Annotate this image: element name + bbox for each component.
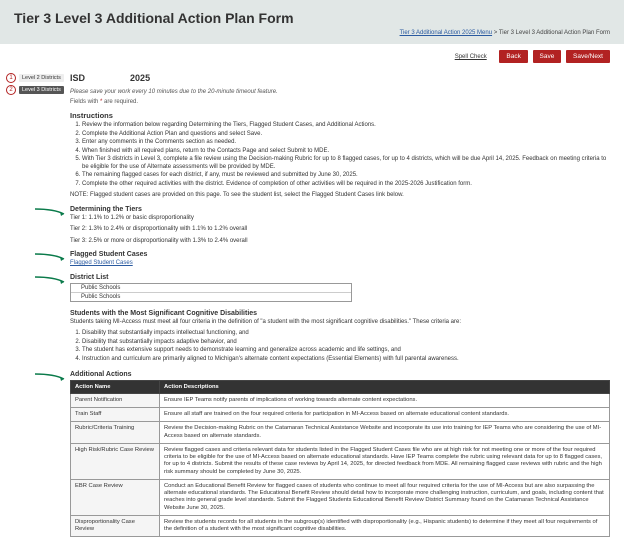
mscd-criteria-list: Disability that substantially impacts in… — [82, 330, 610, 363]
table-row: Parent NotificationEnsure IEP Teams noti… — [71, 394, 610, 408]
required-note: Fields with * are required. — [70, 99, 610, 105]
district-list: Public Schools Public Schools — [70, 283, 352, 302]
year-label: 2025 — [130, 73, 150, 83]
breadcrumb: Tier 3 Additional Action 2025 Menu > Tie… — [14, 30, 610, 36]
page-banner: Tier 3 Level 3 Additional Action Plan Fo… — [0, 0, 624, 44]
district-row[interactable]: Public Schools — [71, 284, 351, 292]
mscd-criteria-item: The student has extensive support needs … — [82, 347, 610, 355]
mscd-heading: Students with the Most Significant Cogni… — [70, 310, 610, 317]
instruction-item: Complete the Additional Action Plan and … — [82, 131, 610, 139]
table-row: Train StaffEnsure all staff are trained … — [71, 408, 610, 422]
callout-arrow-icon — [34, 208, 66, 216]
instructions-heading: Instructions — [70, 111, 610, 120]
table-row: Rubric/Criteria TrainingReview the Decis… — [71, 422, 610, 443]
tier-row: Tier 2: 1.3% to 2.4% or disproportionali… — [70, 226, 610, 234]
tier-row: Tier 3: 2.5% or more or disproportionali… — [70, 238, 610, 246]
instruction-item: When finished with all required plans, r… — [82, 148, 610, 156]
mscd-criteria-item: Instruction and curriculum are primarily… — [82, 356, 610, 364]
instructions-list: Review the information below regarding D… — [82, 122, 610, 188]
breadcrumb-sep: > — [494, 30, 498, 36]
instruction-item: With Tier 3 districts in Level 3, comple… — [82, 156, 610, 171]
instruction-item: Review the information below regarding D… — [82, 122, 610, 130]
step-1-number: 1 — [6, 73, 16, 83]
callout-arrow-icon — [34, 373, 66, 381]
mscd-criteria-item: Disability that substantially impacts in… — [82, 330, 610, 338]
save-button[interactable]: Save — [533, 50, 562, 63]
step-2-number: 2 — [6, 85, 16, 95]
actions-table: Action Name Action Descriptions Parent N… — [70, 380, 610, 537]
tier-row: Tier 1: 1.1% to 1.2% or basic disproport… — [70, 215, 610, 223]
context-header: ISD 2025 — [70, 73, 610, 83]
table-row: Disproportionality Case ReviewReview the… — [71, 515, 610, 536]
step-2-label: Level 3 Districts — [19, 86, 64, 94]
step-1-label: Level 2 Districts — [19, 74, 64, 82]
callout-arrow-icon — [34, 276, 66, 284]
actions-col-name: Action Name — [71, 381, 160, 394]
mscd-criteria-item: Disability that substantially impacts ad… — [82, 339, 610, 347]
page-title: Tier 3 Level 3 Additional Action Plan Fo… — [14, 10, 610, 26]
step-1[interactable]: 1 Level 2 Districts — [6, 73, 64, 83]
autosave-note: Please save your work every 10 minutes d… — [70, 89, 610, 95]
district-heading: District List — [70, 274, 610, 281]
breadcrumb-current: Tier 3 Level 3 Additional Action Plan Fo… — [499, 30, 610, 36]
spellcheck-link[interactable]: Spell Check — [455, 54, 487, 60]
instructions-note: NOTE: Flagged student cases are provided… — [70, 192, 610, 200]
instruction-item: Enter any comments in the Comments secti… — [82, 139, 610, 147]
district-row[interactable]: Public Schools — [71, 292, 351, 301]
table-row: EBR Case ReviewConduct an Educational Be… — [71, 479, 610, 515]
back-button[interactable]: Back — [499, 50, 527, 63]
tiers-heading: Determining the Tiers — [70, 206, 610, 213]
table-row: High Risk/Rubric Case ReviewReview flagg… — [71, 443, 610, 479]
step-2[interactable]: 2 Level 3 Districts — [6, 85, 64, 95]
flagged-heading: Flagged Student Cases — [70, 251, 610, 258]
isd-label: ISD — [70, 73, 85, 83]
step-nav: 1 Level 2 Districts 2 Level 3 Districts — [6, 73, 64, 97]
save-next-button[interactable]: Save/Next — [566, 50, 610, 63]
toolbar: Spell Check Back Save Save/Next — [0, 44, 624, 69]
actions-heading: Additional Actions — [70, 371, 610, 378]
callout-arrow-icon — [34, 253, 66, 261]
actions-col-desc: Action Descriptions — [160, 381, 610, 394]
mscd-intro: Students taking MI-Access must meet all … — [70, 319, 610, 327]
instruction-item: Complete the other required activities w… — [82, 181, 610, 189]
flagged-cases-link[interactable]: Flagged Student Cases — [70, 260, 133, 266]
breadcrumb-link[interactable]: Tier 3 Additional Action 2025 Menu — [400, 30, 493, 36]
instruction-item: The remaining flagged cases for each dis… — [82, 172, 610, 180]
